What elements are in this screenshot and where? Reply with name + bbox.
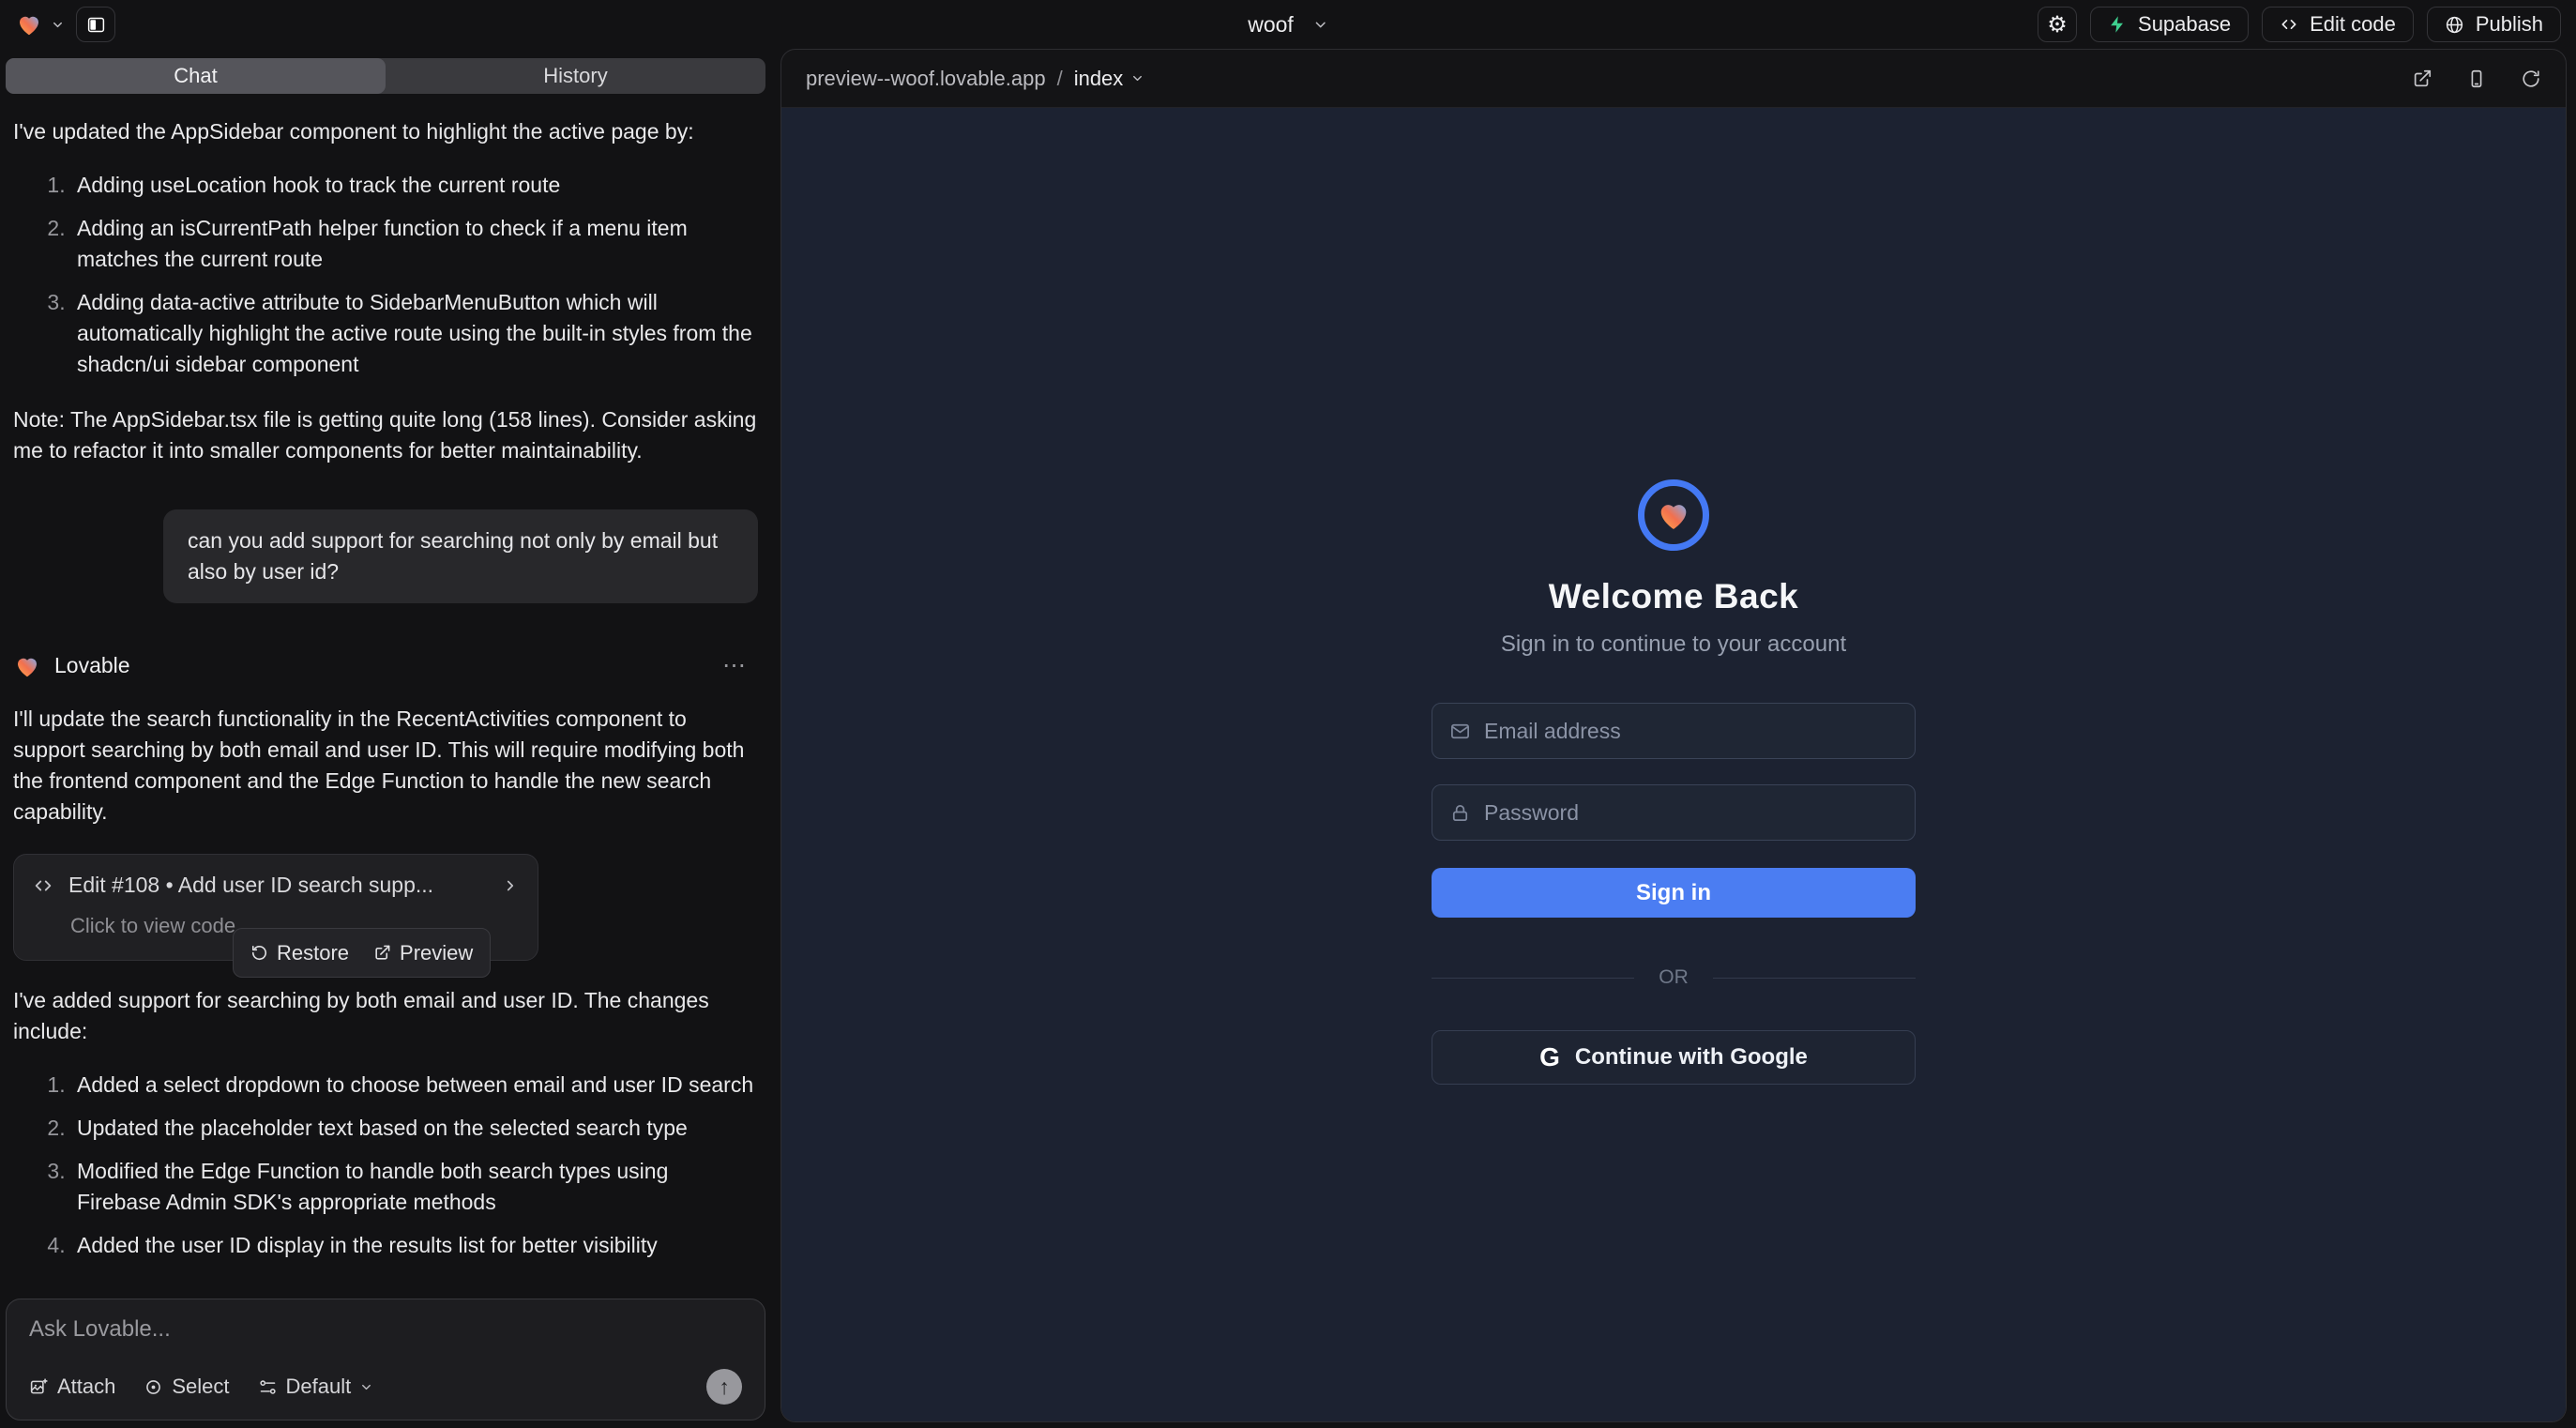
signin-card: Welcome Back Sign in to continue to your… [1432,108,1916,1085]
preview-app-viewport: Welcome Back Sign in to continue to your… [781,108,2566,1421]
sign-in-button[interactable]: Sign in [1432,868,1916,918]
lovable-logo-menu[interactable] [15,10,65,38]
preview-button[interactable]: Preview [373,937,473,968]
select-button[interactable]: Select [144,1375,229,1399]
project-switcher[interactable]: woof [1248,12,1328,38]
send-button[interactable]: ↑ [706,1369,742,1405]
mode-selector[interactable]: Default [258,1375,374,1399]
divider-label: OR [1659,966,1689,989]
email-field-wrapper [1432,703,1916,759]
password-field-wrapper [1432,784,1916,841]
or-divider: OR [1432,966,1916,989]
edit-code-label: Edit code [2310,12,2396,37]
panel-left-icon [86,15,106,35]
chat-history-tabs: Chat History [6,58,765,94]
lock-icon [1449,802,1471,824]
google-button-label: Continue with Google [1575,1044,1808,1071]
list-item: Updated the placeholder text based on th… [71,1113,758,1144]
divider-line [1713,978,1916,979]
mobile-view-icon[interactable] [2466,68,2487,89]
url-separator: / [1053,67,1067,91]
edit-code-button[interactable]: Edit code [2262,7,2414,42]
attach-label: Attach [57,1375,115,1399]
lovable-heart-icon [15,10,43,38]
app-logo [1638,479,1709,551]
chat-composer: Attach Select Default [6,1299,765,1420]
chevron-down-icon [1130,71,1144,85]
user-message-bubble: can you add support for searching not on… [163,509,758,603]
restore-button[interactable]: Restore [250,937,349,968]
message-menu-icon[interactable]: ⋯ [722,650,758,681]
preview-url-selector[interactable]: preview--woof.lovable.app / index [806,67,1144,91]
select-target-icon [144,1377,163,1397]
publish-button[interactable]: Publish [2427,7,2561,42]
divider-line [1432,978,1634,979]
preview-label: Preview [400,937,473,968]
send-arrow-icon: ↑ [719,1375,730,1400]
globe-icon [2445,15,2464,35]
chat-panel: Chat History I've updated the AppSidebar… [0,49,771,1428]
chat-input[interactable] [29,1316,742,1343]
tab-chat[interactable]: Chat [6,58,386,94]
select-label: Select [172,1375,229,1399]
list-item: Adding useLocation hook to track the cur… [71,170,758,201]
page-title: Welcome Back [1432,577,1916,616]
password-field[interactable] [1484,800,1898,826]
preview-header: preview--woof.lovable.app / index [781,50,2566,108]
lovable-heart-icon [13,652,41,680]
preview-panel: preview--woof.lovable.app / index [780,49,2567,1422]
assistant-message-intro: I'll update the search functionality in … [13,704,758,828]
list-item: Added the user ID display in the results… [71,1230,758,1261]
topbar: woof ⚙ Supabase Edit code Publish [0,0,2576,49]
supabase-bolt-icon [2108,15,2127,34]
assistant-message-note: Note: The AppSidebar.tsx file is getting… [13,404,758,466]
assistant-message-intro: I've updated the AppSidebar component to… [13,116,758,147]
chevron-right-icon[interactable] [502,877,519,894]
list-item: Adding data-active attribute to SidebarM… [71,287,758,380]
email-field[interactable] [1484,719,1898,744]
publish-label: Publish [2476,12,2543,37]
supabase-label: Supabase [2138,12,2231,37]
mode-label: Default [286,1375,352,1399]
supabase-button[interactable]: Supabase [2090,7,2249,42]
chat-messages: I've updated the AppSidebar component to… [6,94,765,1282]
edit-card-title: Edit #108 • Add user ID search supp... [68,870,433,901]
assistant-message-list: Added a select dropdown to choose betwee… [13,1070,758,1261]
code-icon [2280,15,2298,34]
page-subtitle: Sign in to continue to your account [1432,631,1916,658]
envelope-icon [1449,721,1471,742]
gear-icon: ⚙ [2047,11,2068,38]
project-name: woof [1248,12,1294,38]
list-item: Added a select dropdown to choose betwee… [71,1070,758,1101]
open-in-new-tab-icon[interactable] [2412,68,2432,89]
assistant-message-list: Adding useLocation hook to track the cur… [13,170,758,380]
chevron-down-icon [51,18,65,32]
assistant-message-summary: I've added support for searching by both… [13,985,758,1047]
tab-history[interactable]: History [386,58,765,94]
preview-url: preview--woof.lovable.app [806,67,1046,91]
attach-image-icon [29,1377,49,1397]
chevron-down-icon [1312,17,1328,33]
continue-with-google-button[interactable]: G Continue with Google [1432,1030,1916,1085]
restore-icon [250,944,268,962]
external-link-icon [373,944,391,962]
attach-button[interactable]: Attach [29,1375,115,1399]
google-g-icon: G [1539,1042,1560,1072]
sidebar-toggle-button[interactable] [76,7,115,42]
code-icon [33,875,53,896]
preview-route: index [1074,67,1124,91]
list-item: Modified the Edge Function to handle bot… [71,1156,758,1218]
chevron-down-icon [359,1380,373,1394]
edit-card[interactable]: Edit #108 • Add user ID search supp... C… [13,854,538,961]
list-item: Adding an isCurrentPath helper function … [71,213,758,275]
refresh-icon[interactable] [2521,68,2541,89]
restore-label: Restore [277,937,349,968]
edit-card-actions: Restore Preview [233,928,491,978]
sliders-icon [258,1377,278,1397]
settings-button[interactable]: ⚙ [2038,7,2077,42]
assistant-name: Lovable [54,650,130,681]
